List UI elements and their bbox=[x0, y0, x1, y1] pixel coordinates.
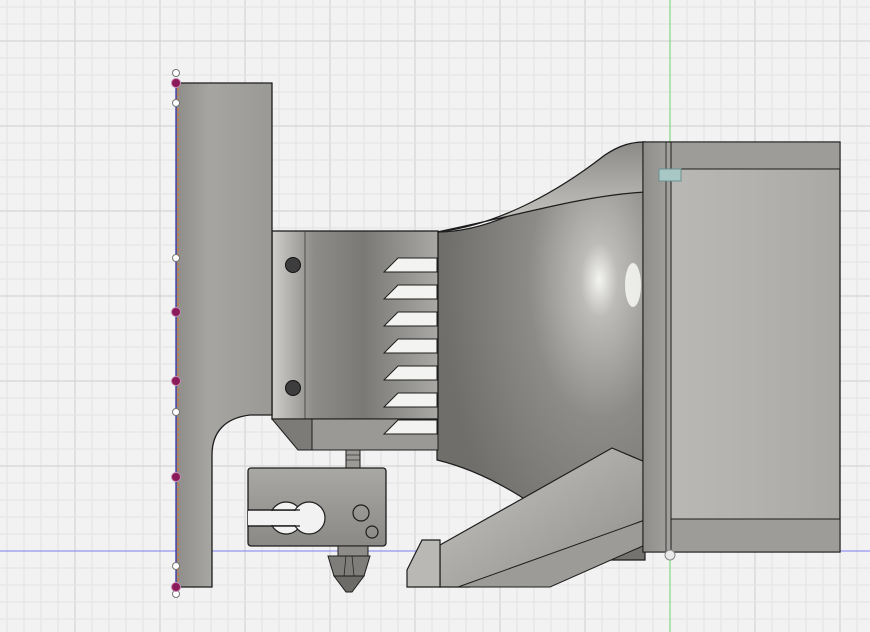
screw-hole-icon bbox=[285, 380, 301, 396]
3d-viewport[interactable] bbox=[0, 0, 870, 632]
heater-block[interactable] bbox=[247, 467, 387, 547]
sketch-point-open[interactable] bbox=[172, 408, 180, 416]
sketch-point-open[interactable] bbox=[172, 254, 180, 262]
sketch-point-open[interactable] bbox=[172, 99, 180, 107]
fan-marker-icon[interactable] bbox=[658, 168, 682, 182]
sketch-point-open[interactable] bbox=[172, 69, 180, 77]
sketch-point-constraint[interactable] bbox=[171, 307, 181, 317]
sketch-point-open[interactable] bbox=[172, 562, 180, 570]
screw-hole-icon bbox=[285, 257, 301, 273]
hotend[interactable] bbox=[247, 449, 387, 593]
fan[interactable] bbox=[642, 141, 841, 561]
sketch-point-constraint[interactable] bbox=[171, 376, 181, 386]
heatsink[interactable] bbox=[270, 230, 439, 451]
sketch-point-constraint[interactable] bbox=[171, 78, 181, 88]
cad-canvas[interactable] bbox=[0, 0, 870, 632]
sketch-point-constraint[interactable] bbox=[171, 472, 181, 482]
sketch-point-constraint[interactable] bbox=[171, 582, 181, 592]
